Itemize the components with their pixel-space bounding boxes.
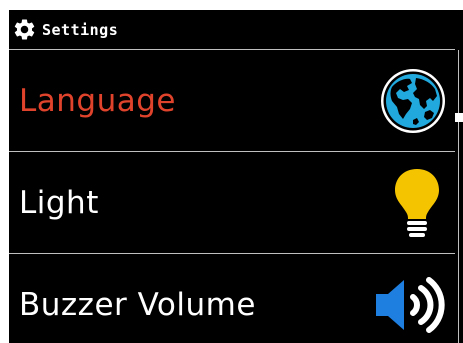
header-bar: Settings bbox=[9, 10, 463, 49]
menu-item-label: Light bbox=[19, 184, 99, 221]
speaker-volume-icon bbox=[373, 275, 447, 335]
globe-icon bbox=[379, 67, 447, 135]
scrollbar-track bbox=[458, 50, 459, 343]
page-title: Settings bbox=[42, 20, 119, 39]
menu-item-light[interactable]: Light bbox=[9, 152, 455, 254]
menu-item-language[interactable]: Language bbox=[9, 50, 455, 152]
scrollbar-thumb[interactable] bbox=[455, 113, 463, 122]
settings-screen: Settings Language Light Buzzer Volume bbox=[9, 10, 463, 343]
lightbulb-icon bbox=[387, 166, 447, 240]
settings-menu: Language Light Buzzer Volume bbox=[9, 50, 455, 343]
menu-item-label: Buzzer Volume bbox=[19, 286, 256, 323]
menu-item-buzzer-volume[interactable]: Buzzer Volume bbox=[9, 254, 455, 343]
menu-item-label: Language bbox=[19, 82, 176, 119]
gear-icon bbox=[12, 17, 37, 42]
scrollbar[interactable] bbox=[455, 50, 463, 343]
